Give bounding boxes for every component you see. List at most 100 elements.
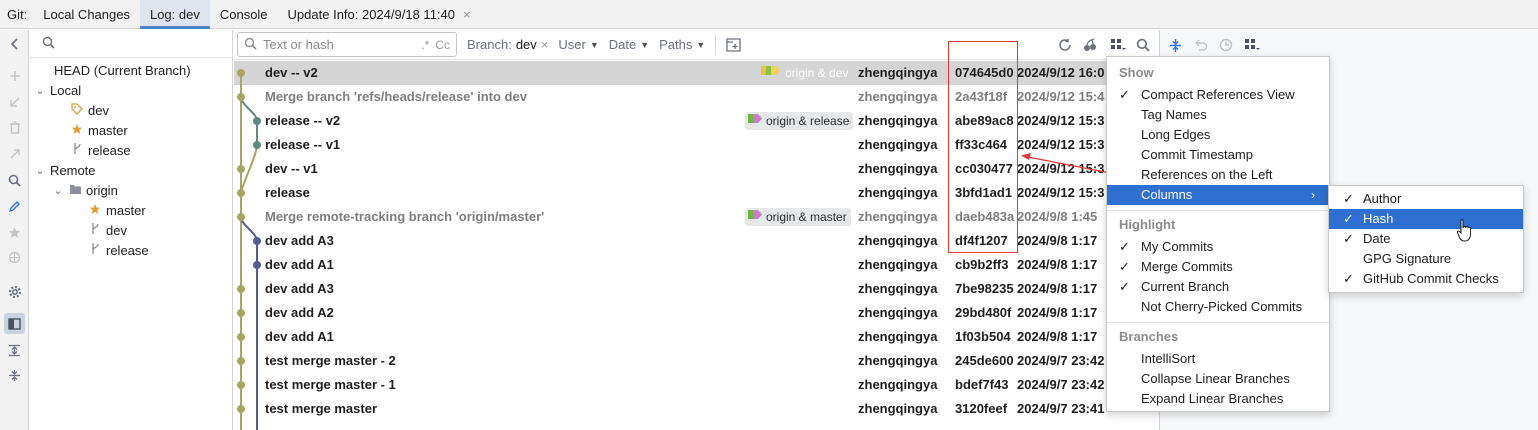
menu-item[interactable]: Expand Linear Branches xyxy=(1107,389,1329,409)
submenu-item[interactable]: ✓ Author xyxy=(1329,189,1523,209)
menu-item[interactable]: IntelliSort xyxy=(1107,349,1329,369)
commit-node[interactable] xyxy=(253,237,261,245)
branch-group-remote[interactable]: ⌄ Remote xyxy=(34,161,95,181)
branch-group-origin[interactable]: ⌄ origin xyxy=(52,181,117,201)
commit-node[interactable] xyxy=(237,93,245,101)
commit-node[interactable] xyxy=(253,117,261,125)
menu-item[interactable]: Tag Names xyxy=(1107,105,1329,125)
commit-row[interactable]: dev -- v2 zhengqingya 074645d0 2024/9/12 16… xyxy=(234,61,1158,85)
commit-row[interactable]: test merge master - 1 zhengqingya bdef7f43… xyxy=(234,373,1158,397)
merge-icon[interactable] xyxy=(4,143,25,164)
menu-item[interactable]: ✓ Compact References View xyxy=(1107,85,1329,105)
commit-row[interactable]: dev -- v1 zhengqingya cc030477 2024/9/12 15… xyxy=(234,157,1158,181)
edit-icon[interactable] xyxy=(4,196,25,217)
close-icon[interactable]: × xyxy=(463,0,471,29)
chevron-left-icon[interactable] xyxy=(4,33,25,54)
target-icon[interactable] xyxy=(4,247,25,268)
commit-node[interactable] xyxy=(253,261,261,269)
trash-icon[interactable] xyxy=(4,117,25,138)
menu-item[interactable]: Long Edges xyxy=(1107,125,1329,145)
paths-filter[interactable]: Paths ▼ xyxy=(659,37,705,52)
menu-item-columns[interactable]: Columns › xyxy=(1107,185,1329,205)
commit-row[interactable]: dev add A2 zhengqingya 29bd480f 2024/9/8 1:… xyxy=(234,301,1158,325)
branch-item-origin-master[interactable]: master xyxy=(88,201,146,221)
menu-item[interactable]: ✓ Merge Commits xyxy=(1107,257,1329,277)
log-search-input[interactable]: Text or hash .* Cc xyxy=(237,32,457,57)
commit-node[interactable] xyxy=(237,381,245,389)
branch-item-release[interactable]: release xyxy=(70,141,131,161)
commit-node[interactable] xyxy=(237,405,245,413)
commit-row[interactable]: dev add A1 zhengqingya cb9b2ff3 2024/9/8 1:… xyxy=(234,253,1158,277)
branch-group-local[interactable]: ⌄ Local xyxy=(34,81,81,101)
branch-item-dev[interactable]: dev xyxy=(70,101,109,121)
ref-badge[interactable]: origin & master xyxy=(745,208,851,226)
plus-icon[interactable] xyxy=(4,65,25,86)
user-filter[interactable]: User ▼ xyxy=(558,37,598,52)
commit-node[interactable] xyxy=(237,69,245,77)
refresh-icon[interactable] xyxy=(1055,35,1075,55)
branch-search[interactable] xyxy=(30,30,232,58)
settings-icon[interactable] xyxy=(4,281,25,302)
tab-local-changes[interactable]: Local Changes xyxy=(33,0,140,28)
commit-node[interactable] xyxy=(237,165,245,173)
search-icon[interactable] xyxy=(1133,35,1153,55)
branch-item-origin-dev[interactable]: dev xyxy=(88,221,127,241)
arrow-down-left-icon[interactable] xyxy=(4,91,25,112)
tab-console[interactable]: Console xyxy=(210,0,278,28)
commit-row[interactable]: release zhengqingya 3bfd1ad1 2024/9/12 15:3 xyxy=(234,181,1158,205)
submenu-item[interactable]: ✓ Date xyxy=(1329,229,1523,249)
commit-node[interactable] xyxy=(237,285,245,293)
commit-node[interactable] xyxy=(237,309,245,317)
commit-node[interactable] xyxy=(237,213,245,221)
expand-icon[interactable] xyxy=(4,340,25,361)
ref-badge[interactable]: origin & release xyxy=(745,112,854,130)
search-icon[interactable] xyxy=(4,170,25,191)
new-tab-button[interactable] xyxy=(726,37,741,52)
commit-row[interactable]: dev add A3 zhengqingya df4f1207 2024/9/8 1:… xyxy=(234,229,1158,253)
match-case-toggle[interactable]: Cc xyxy=(435,38,450,52)
collapse-all-icon[interactable] xyxy=(1165,35,1185,55)
chevron-down-icon[interactable]: ⌄ xyxy=(34,161,46,181)
menu-item[interactable]: ✓ Current Branch xyxy=(1107,277,1329,297)
chevron-down-icon[interactable]: ⌄ xyxy=(34,81,46,101)
menu-item[interactable]: Collapse Linear Branches xyxy=(1107,369,1329,389)
layout-options-icon[interactable] xyxy=(1242,35,1262,55)
close-icon[interactable]: × xyxy=(541,37,549,52)
panel-icon[interactable] xyxy=(4,313,25,334)
ref-badge[interactable]: origin & dev xyxy=(758,64,852,82)
commit-row[interactable]: dev add A3 zhengqingya 7be98235 2024/9/8 1:… xyxy=(234,277,1158,301)
revert-icon[interactable] xyxy=(1191,35,1211,55)
commit-node[interactable] xyxy=(237,357,245,365)
submenu-item[interactable]: ✓ Hash xyxy=(1329,209,1523,229)
commit-node[interactable] xyxy=(237,189,245,197)
commit-row[interactable]: dev add A1 zhengqingya 1f03b504 2024/9/8 1:… xyxy=(234,325,1158,349)
commit-node[interactable] xyxy=(253,141,261,149)
menu-item[interactable]: ✓ My Commits xyxy=(1107,237,1329,257)
branch-item-master[interactable]: master xyxy=(70,121,128,141)
commit-row[interactable]: test merge master - 2 zhengqingya 245de600… xyxy=(234,349,1158,373)
commit-row[interactable]: release -- v1 zhengqingya ff33c464 2024/9/1… xyxy=(234,133,1158,157)
chevron-down-icon[interactable]: ⌄ xyxy=(52,181,64,201)
cherry-pick-icon[interactable] xyxy=(1080,35,1100,55)
menu-item[interactable]: Commit Timestamp xyxy=(1107,145,1329,165)
branch-filter[interactable]: Branch: dev × xyxy=(467,37,548,52)
regex-toggle[interactable]: .* xyxy=(421,38,429,52)
date-filter[interactable]: Date ▼ xyxy=(609,37,649,52)
menu-item[interactable]: References on the Left xyxy=(1107,165,1329,185)
branch-item-origin-release[interactable]: release xyxy=(88,241,149,261)
star-icon[interactable] xyxy=(4,222,25,243)
branch-head[interactable]: HEAD (Current Branch) xyxy=(54,61,191,81)
commit-row[interactable]: Merge branch 'refs/heads/release' into d… xyxy=(234,85,1158,109)
commit-row[interactable]: Merge remote-tracking branch 'origin/mas… xyxy=(234,205,1158,229)
tab-update-info[interactable]: Update Info: 2024/9/18 11:40 × xyxy=(278,0,481,28)
history-icon[interactable] xyxy=(1216,35,1236,55)
menu-item[interactable]: Not Cherry-Picked Commits xyxy=(1107,297,1329,317)
commit-row[interactable]: test merge master zhengqingya 3120feef 2024… xyxy=(234,397,1158,421)
submenu-item[interactable]: GPG Signature xyxy=(1329,249,1523,269)
commit-row[interactable]: release -- v2 zhengqingya abe89ac8 2024/9/1… xyxy=(234,109,1158,133)
view-options-icon[interactable] xyxy=(1108,35,1128,55)
submenu-item[interactable]: ✓ GitHub Commit Checks xyxy=(1329,269,1523,289)
commit-node[interactable] xyxy=(237,333,245,341)
collapse-icon[interactable] xyxy=(4,365,25,386)
tab-log-dev[interactable]: Log: dev xyxy=(139,0,210,29)
